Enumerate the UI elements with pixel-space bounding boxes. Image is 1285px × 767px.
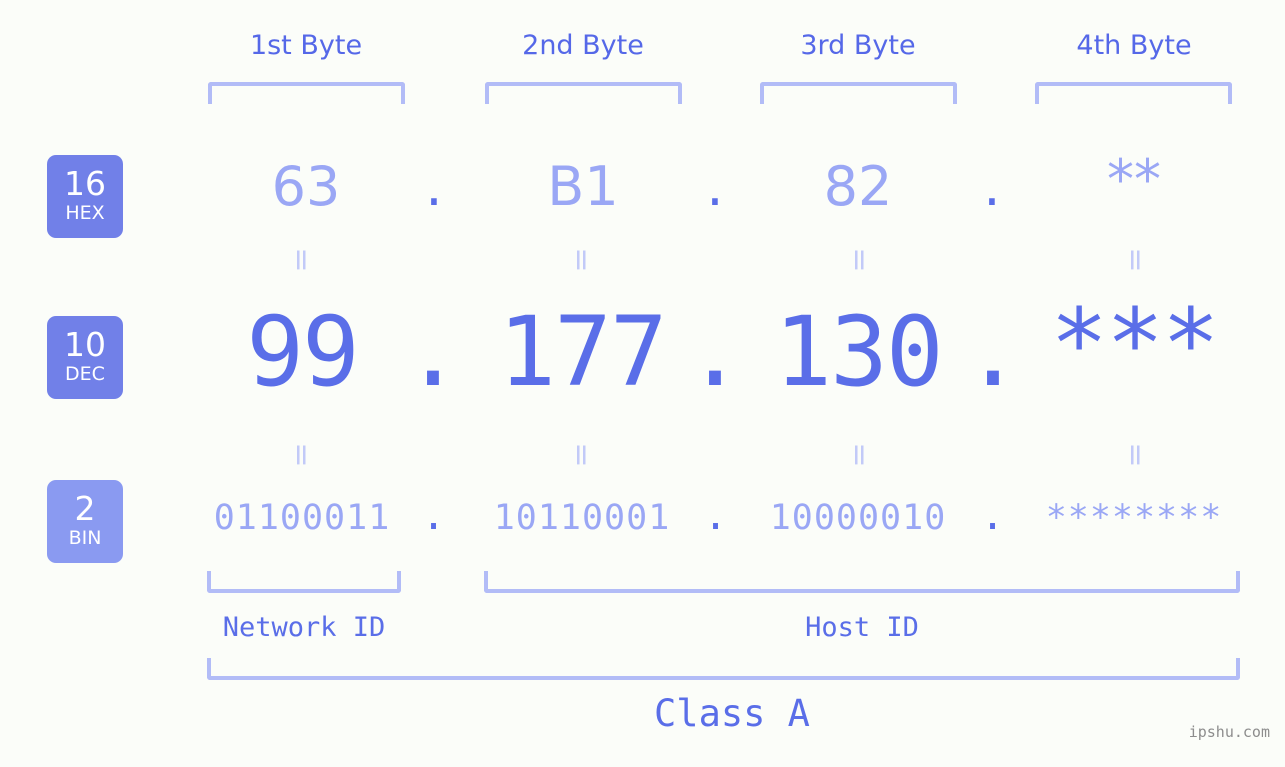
byte-header-1: 1st Byte bbox=[249, 30, 363, 61]
base-badge-dec-number: 10 bbox=[64, 325, 106, 365]
base-badge-bin[interactable]: 2 BIN bbox=[47, 480, 123, 563]
class-label: Class A bbox=[654, 692, 810, 735]
base-badge-bin-number: 2 bbox=[74, 489, 96, 529]
dec-byte-3: 130 bbox=[774, 296, 943, 408]
byte-header-2: 2nd Byte bbox=[522, 30, 644, 61]
byte-header-4: 4th Byte bbox=[1076, 30, 1192, 61]
ip-address-breakdown-diagram: 1st Byte 2nd Byte 3rd Byte 4th Byte 16 H… bbox=[0, 0, 1285, 767]
equals-mark-dec-bin-2: = bbox=[564, 442, 599, 468]
dec-byte-1: 99 bbox=[246, 296, 360, 408]
hex-byte-2: B1 bbox=[547, 155, 619, 218]
bin-byte-1: 01100011 bbox=[213, 498, 391, 538]
byte-bracket-3 bbox=[760, 82, 957, 104]
host-id-bracket bbox=[484, 571, 1240, 593]
dec-byte-4: *** bbox=[1050, 288, 1219, 400]
bin-byte-4: ******** bbox=[1045, 498, 1223, 538]
byte-bracket-2 bbox=[485, 82, 682, 104]
hex-byte-1: 63 bbox=[271, 155, 341, 218]
base-badge-hex-name: HEX bbox=[65, 201, 105, 224]
hex-byte-3: 82 bbox=[823, 155, 893, 218]
equals-mark-dec-bin-3: = bbox=[842, 442, 877, 468]
base-badge-hex-number: 16 bbox=[64, 164, 106, 204]
equals-mark-hex-dec-3: = bbox=[842, 247, 877, 273]
network-id-label: Network ID bbox=[222, 612, 386, 643]
base-badge-dec-name: DEC bbox=[65, 362, 105, 385]
hex-byte-4: ** bbox=[1107, 148, 1161, 211]
bin-byte-3: 10000010 bbox=[769, 498, 947, 538]
byte-bracket-1 bbox=[208, 82, 405, 104]
base-badge-hex[interactable]: 16 HEX bbox=[47, 155, 123, 238]
byte-bracket-4 bbox=[1035, 82, 1232, 104]
base-badge-dec[interactable]: 10 DEC bbox=[47, 316, 123, 399]
dec-byte-2: 177 bbox=[498, 296, 667, 408]
equals-mark-hex-dec-2: = bbox=[564, 247, 599, 273]
class-bracket bbox=[207, 658, 1240, 680]
byte-header-3: 3rd Byte bbox=[800, 30, 916, 61]
host-id-label: Host ID bbox=[805, 612, 919, 643]
site-watermark: ipshu.com bbox=[1188, 723, 1270, 741]
equals-mark-dec-bin-4: = bbox=[1118, 442, 1153, 468]
equals-mark-dec-bin-1: = bbox=[284, 442, 319, 468]
equals-mark-hex-dec-1: = bbox=[284, 247, 319, 273]
bin-byte-2: 10110001 bbox=[493, 498, 671, 538]
base-badge-bin-name: BIN bbox=[68, 526, 102, 549]
equals-mark-hex-dec-4: = bbox=[1118, 247, 1153, 273]
network-id-bracket bbox=[207, 571, 401, 593]
